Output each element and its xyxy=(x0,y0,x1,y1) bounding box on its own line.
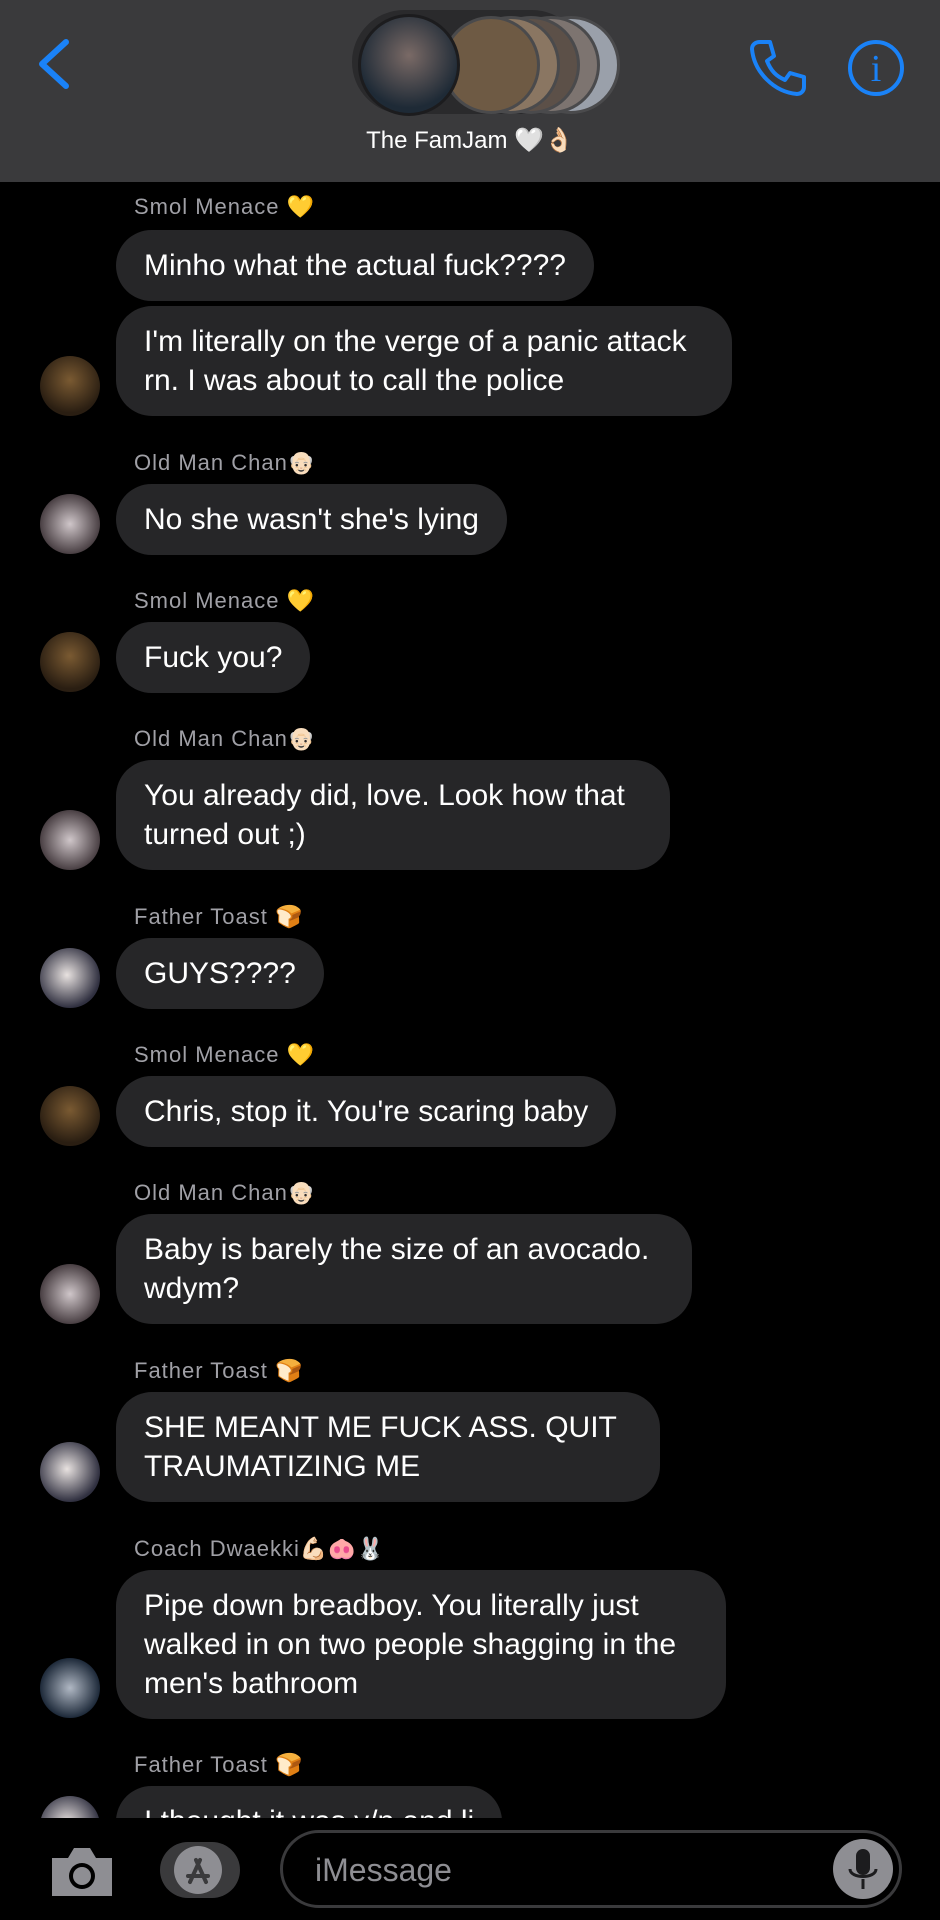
message-bubble[interactable]: You already did, love. Look how that tur… xyxy=(116,760,670,870)
sender-name: Old Man Chan👴🏻 xyxy=(134,726,317,751)
message-bubble[interactable]: Baby is barely the size of an avocado. w… xyxy=(116,1214,692,1324)
sender-name: Father Toast 🍞 xyxy=(134,904,304,929)
svg-text:i: i xyxy=(871,48,882,90)
message-bubble[interactable]: No she wasn't she's lying xyxy=(116,484,507,555)
group-avatar-stack[interactable] xyxy=(352,10,620,116)
avatar[interactable] xyxy=(40,810,100,870)
call-button[interactable] xyxy=(746,36,810,100)
avatar[interactable] xyxy=(40,632,100,692)
camera-icon xyxy=(52,1848,112,1896)
sender-name: Father Toast 🍞 xyxy=(134,1358,304,1383)
group-title-text: The FamJam xyxy=(366,127,508,154)
avatar[interactable] xyxy=(40,494,100,554)
sender-name: Smol Menace 💛 xyxy=(134,588,316,613)
sender-name: Old Man Chan👴🏻 xyxy=(134,1180,317,1205)
sender-name: Smol Menace 💛 xyxy=(134,194,316,219)
info-icon: i xyxy=(848,40,904,96)
chevron-left-icon xyxy=(39,39,69,89)
phone-icon xyxy=(750,40,806,96)
compose-bar xyxy=(0,1818,940,1920)
sender-name: Father Toast 🍞 xyxy=(134,1752,304,1777)
group-title[interactable]: The FamJam 🤍👌🏻 xyxy=(0,126,940,155)
sender-name: Old Man Chan👴🏻 xyxy=(134,450,317,475)
avatar[interactable] xyxy=(40,948,100,1008)
message-input-field[interactable] xyxy=(280,1830,902,1908)
avatar[interactable] xyxy=(40,1796,100,1818)
group-title-emoji: 🤍👌🏻 xyxy=(514,127,574,154)
app-store-icon xyxy=(174,1846,222,1894)
apps-button[interactable] xyxy=(160,1842,240,1898)
back-button[interactable] xyxy=(30,34,80,94)
message-bubble[interactable]: Chris, stop it. You're scaring baby xyxy=(116,1076,617,1147)
message-bubble[interactable]: Pipe down breadboy. You literally just w… xyxy=(116,1570,726,1719)
avatar[interactable] xyxy=(40,1442,100,1502)
avatar[interactable] xyxy=(40,1086,100,1146)
message-bubble[interactable]: I thought it was y/n and li xyxy=(116,1786,503,1818)
sender-name: Smol Menace 💛 xyxy=(134,1042,316,1067)
camera-button[interactable] xyxy=(48,1844,116,1900)
message-bubble[interactable]: I'm literally on the verge of a panic at… xyxy=(116,306,732,416)
conversation-header: The FamJam 🤍👌🏻 i xyxy=(0,0,940,182)
message-input[interactable] xyxy=(313,1847,797,1893)
microphone-icon xyxy=(848,1849,878,1889)
message-bubble[interactable]: Minho what the actual fuck???? xyxy=(116,230,594,301)
group-avatar xyxy=(358,14,460,116)
info-button[interactable]: i xyxy=(846,38,906,98)
message-bubble[interactable]: Fuck you? xyxy=(116,622,311,693)
avatar[interactable] xyxy=(40,356,100,416)
message-thread[interactable]: Smol Menace 💛 Minho what the actual fuck… xyxy=(0,182,940,1818)
sender-name: Coach Dwaekki💪🏻🐽🐰 xyxy=(134,1536,386,1561)
avatar[interactable] xyxy=(40,1658,100,1718)
message-bubble[interactable]: SHE MEANT ME FUCK ASS. QUIT TRAUMATIZING… xyxy=(116,1392,660,1502)
avatar[interactable] xyxy=(40,1264,100,1324)
dictation-button[interactable] xyxy=(833,1839,893,1899)
message-bubble[interactable]: GUYS???? xyxy=(116,938,324,1009)
